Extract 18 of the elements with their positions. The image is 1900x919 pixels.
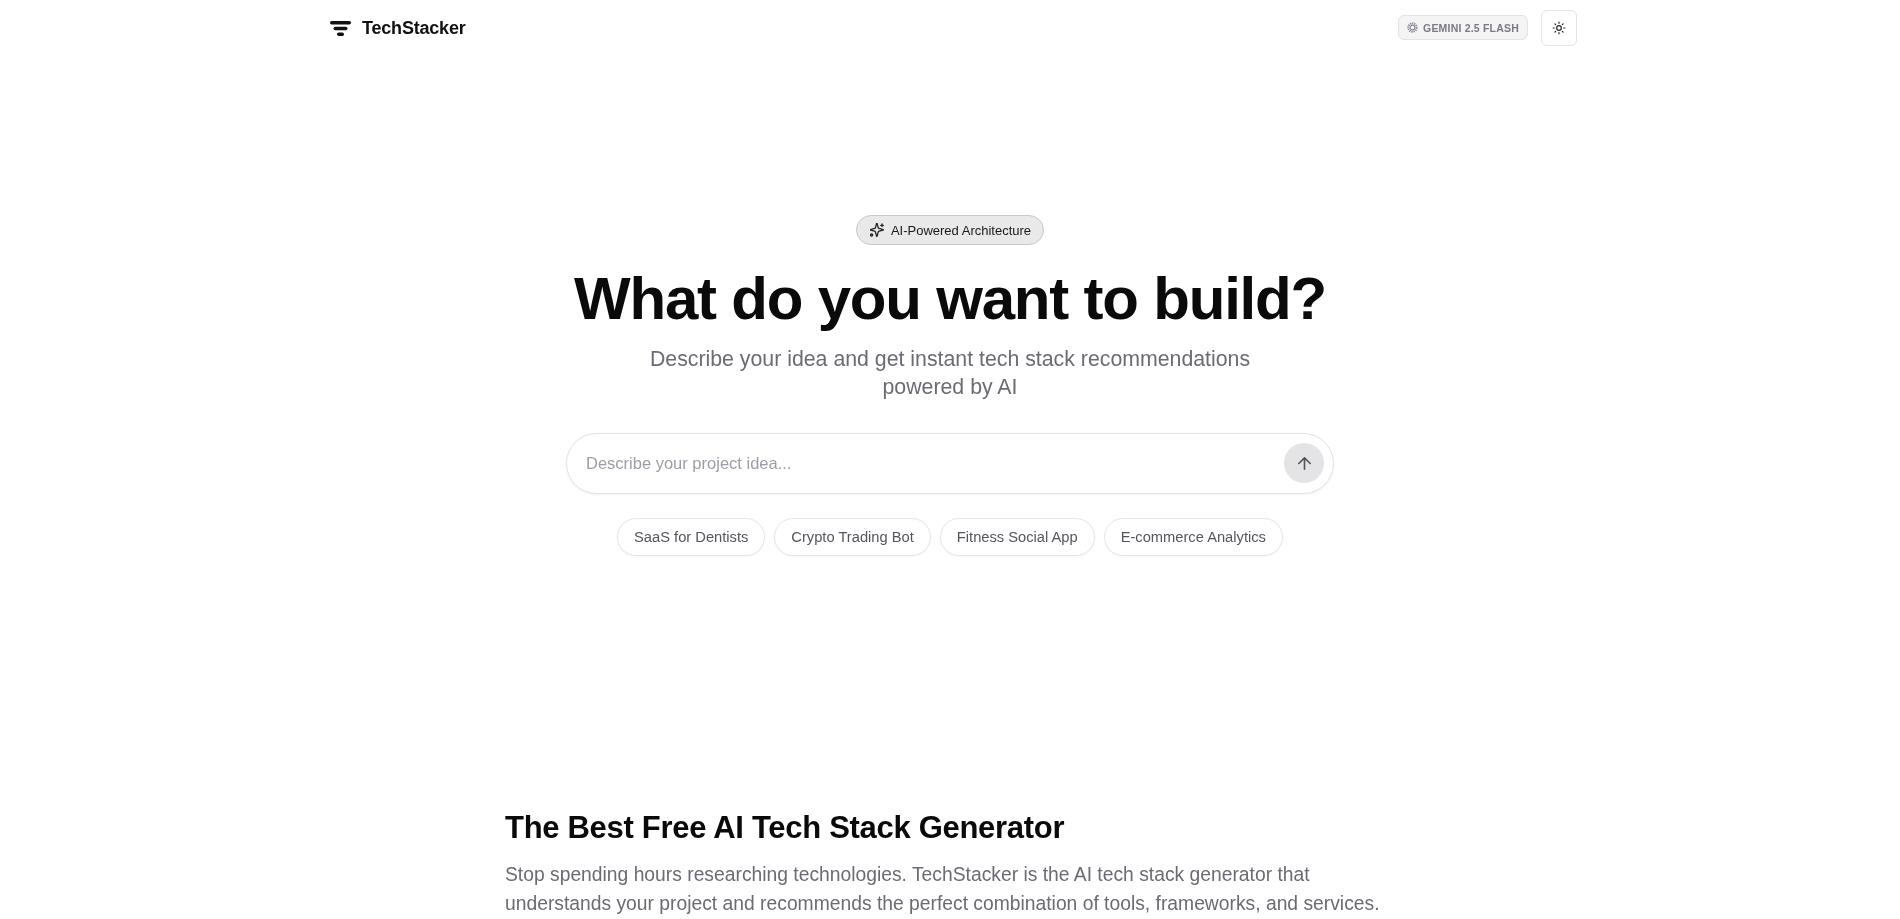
- section-paragraph: Stop spending hours researching technologies. TechStacker is the AI tech stack generator that understands your project and recommends the perfect combination of tools, frameworks, and services.: [505, 863, 1381, 916]
- suggestion-chip[interactable]: Crypto Trading Bot: [774, 518, 931, 556]
- section-heading: The Best Free AI Tech Stack Generator: [505, 810, 1066, 846]
- model-name: GEMINI 2.5 FLASH: [1423, 21, 1519, 34]
- sun-icon: [1552, 20, 1566, 35]
- prompt-field[interactable]: Describe your project idea...: [566, 433, 1334, 494]
- hero-title: What do you want to build?: [574, 265, 1326, 333]
- suggestion-chip[interactable]: Fitness Social App: [939, 518, 1095, 556]
- arrow-up-icon: [1297, 456, 1311, 470]
- theme-toggle-button[interactable]: [1541, 9, 1577, 46]
- sparkles-icon: [869, 223, 884, 237]
- logo-icon: [330, 20, 351, 36]
- suggestion-chip[interactable]: E-commerce Analytics: [1103, 518, 1283, 556]
- hero-subtitle: Describe your idea and get instant tech stack recommendations powered by AI: [648, 346, 1252, 401]
- feature-badge-label: AI-Powered Architecture: [890, 222, 1032, 238]
- suggestion-chip[interactable]: SaaS for Dentists: [617, 518, 766, 556]
- home-link[interactable]: TechStacker: [330, 17, 466, 39]
- gear-icon: [1407, 22, 1419, 33]
